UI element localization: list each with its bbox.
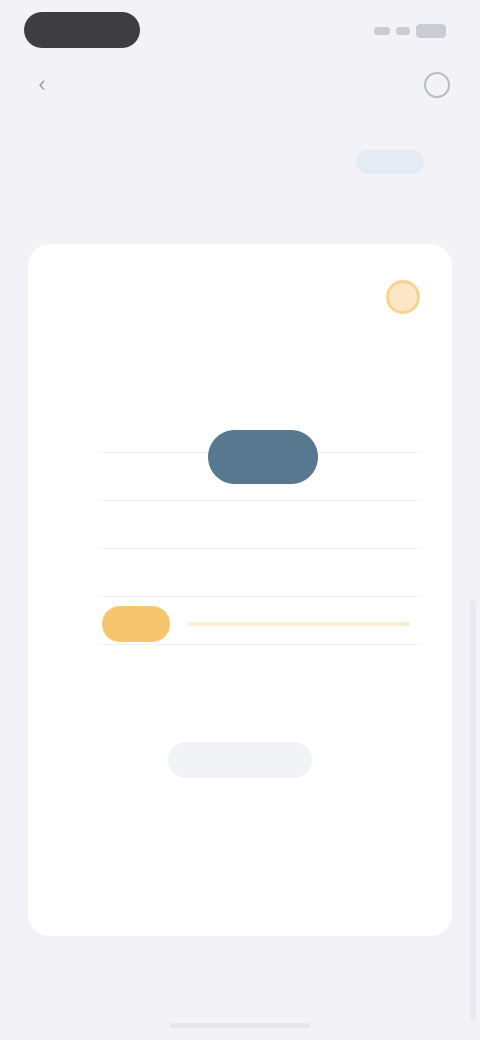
scrollbar[interactable] — [470, 600, 476, 1020]
subtabs — [64, 348, 416, 360]
status-icons — [374, 24, 446, 38]
battery-icon — [416, 24, 446, 38]
wifi-icon — [396, 27, 410, 35]
segmented-tabs — [64, 136, 424, 188]
card-header — [52, 280, 428, 314]
subtab-third[interactable] — [396, 348, 416, 360]
more-circle-icon[interactable] — [424, 72, 450, 98]
signal-icon — [374, 27, 390, 35]
dynamic-island — [24, 12, 140, 48]
nav-bar: ‹ — [0, 60, 480, 112]
gridline — [98, 596, 422, 597]
sleep-chart — [48, 404, 432, 704]
tab-first[interactable] — [64, 150, 100, 174]
gridline — [98, 644, 422, 645]
gridline — [98, 500, 422, 501]
home-indicator[interactable] — [170, 1023, 310, 1028]
chevron-left-icon[interactable]: ‹ — [30, 72, 54, 96]
gridline — [98, 548, 422, 549]
nap-bar[interactable] — [102, 606, 170, 642]
sun-icon — [386, 280, 420, 314]
sleep-card — [28, 244, 452, 936]
subtab-first[interactable] — [64, 348, 84, 360]
status-bar — [0, 0, 480, 60]
sleep-bar[interactable] — [208, 430, 318, 484]
subtab-second[interactable] — [230, 348, 250, 360]
detail-button[interactable] — [168, 742, 312, 778]
nap-track — [188, 622, 410, 626]
tab-second[interactable] — [356, 150, 424, 174]
